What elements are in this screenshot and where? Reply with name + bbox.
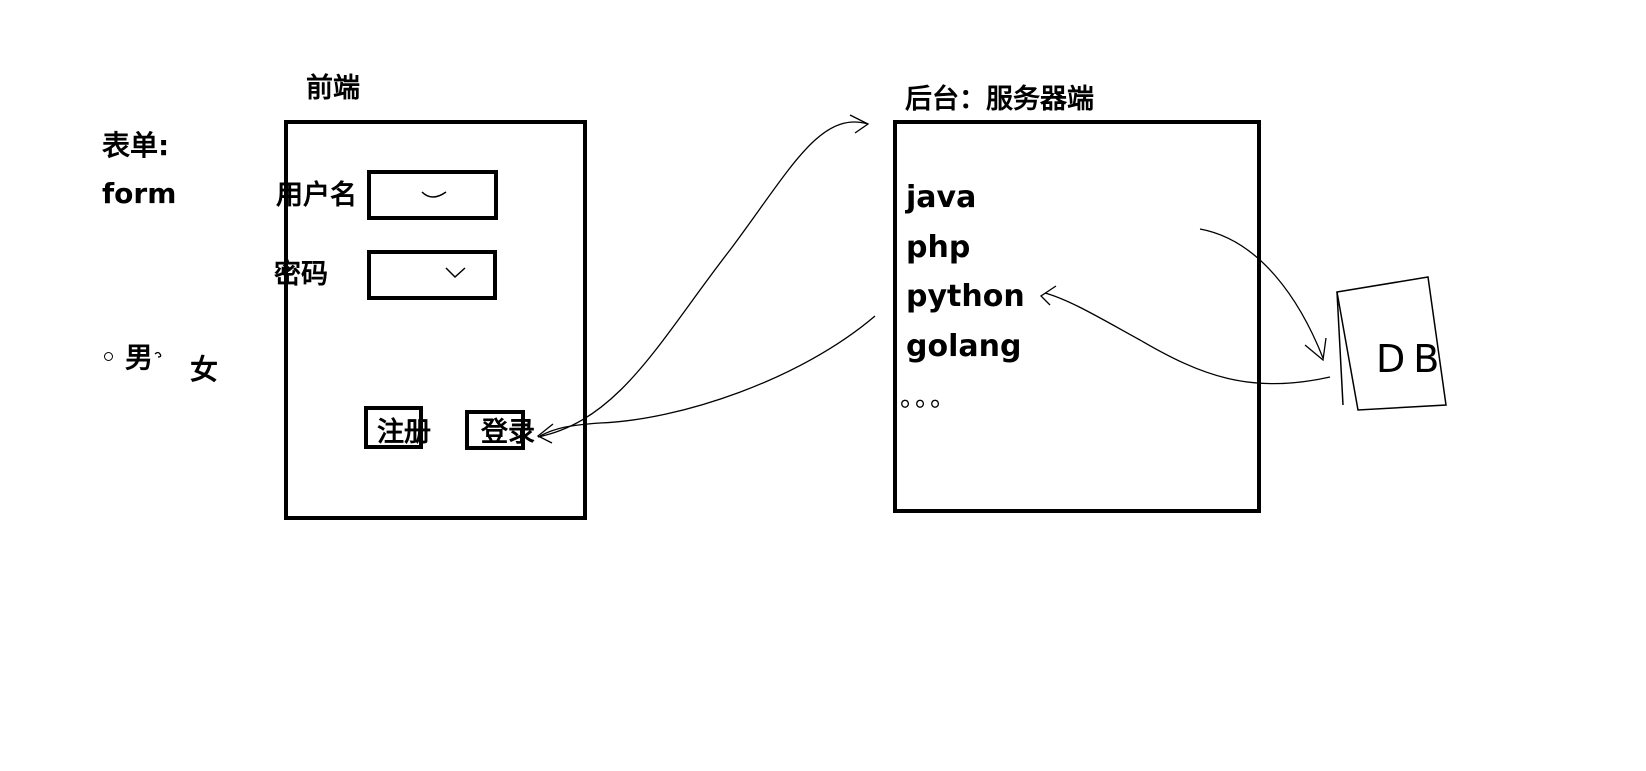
- backend-title: 后台：服务器端: [905, 84, 1094, 115]
- radio-female-label: 女: [190, 353, 219, 386]
- sketch-layer: DB: [154, 114, 1447, 444]
- backend-language-java: java: [906, 180, 977, 215]
- request-arrow: [537, 121, 869, 438]
- radio-male-icon[interactable]: [104, 352, 113, 361]
- login-button-label: 登录: [481, 417, 535, 448]
- response-arrow: [539, 315, 876, 437]
- username-input[interactable]: [367, 170, 498, 220]
- backend-language-python: python: [906, 279, 1025, 314]
- form-section-subtitle: form: [102, 177, 177, 210]
- database-label: DB: [1376, 337, 1447, 381]
- backend-language-php: php: [906, 230, 971, 265]
- backend-ellipsis: 。。。: [900, 383, 959, 413]
- request-arrowhead-icon: [849, 114, 870, 134]
- radio-scribble: [154, 351, 162, 358]
- form-section-title: 表单:: [102, 129, 170, 162]
- password-input[interactable]: [367, 250, 497, 300]
- query-arrowhead-icon: [1304, 337, 1327, 362]
- register-button-label: 注册: [377, 417, 431, 448]
- username-label: 用户名: [276, 180, 357, 211]
- frontend-title: 前端: [306, 73, 360, 104]
- backend-language-golang: golang: [906, 329, 1022, 364]
- whiteboard-canvas: 表单: form 男 女 前端 用户名 密码 注册 登录 后台：服务器端 jav…: [0, 0, 1646, 771]
- database-box: [1336, 276, 1447, 411]
- radio-male-label: 男: [125, 341, 154, 374]
- password-label: 密码: [274, 259, 328, 290]
- backend-box: [893, 120, 1261, 513]
- database-box-edge: [1336, 291, 1344, 406]
